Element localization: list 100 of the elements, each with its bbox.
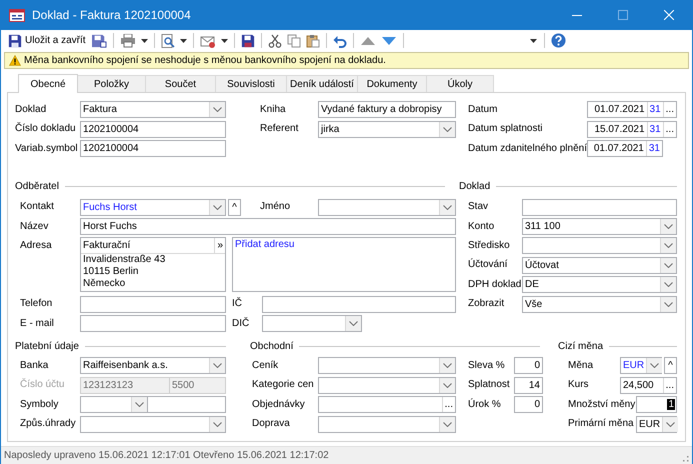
caret-down-icon xyxy=(180,38,187,42)
field-label: Sleva % xyxy=(468,360,506,372)
chevron-down-icon xyxy=(664,243,673,248)
save-close-button[interactable]: Uložit a zavřít xyxy=(7,31,87,50)
field-label: Kategorie cen xyxy=(252,379,315,392)
dropdown-field[interactable]: EUR xyxy=(636,416,677,433)
dropdown-field[interactable] xyxy=(318,416,456,433)
address-type: Fakturační xyxy=(82,240,132,252)
maximize-icon xyxy=(618,10,628,20)
field-label: Množství měny xyxy=(568,398,636,411)
field-label: Adresa xyxy=(20,240,53,252)
chevron-down-icon xyxy=(443,422,452,427)
input-field[interactable]: 0 xyxy=(514,396,543,414)
input-field[interactable]: Vydané faktury a dobropisy xyxy=(318,101,456,118)
save-as-icon xyxy=(90,34,107,48)
dropdown-field[interactable]: Fuchs Horst xyxy=(80,198,226,216)
lookup-field[interactable]: ... xyxy=(318,396,456,414)
tab[interactable]: Úkoly xyxy=(426,75,494,92)
field-label: Stav xyxy=(468,201,490,214)
calendar-button[interactable]: 31 xyxy=(646,141,662,156)
chevron-down-icon xyxy=(443,204,452,210)
address-field[interactable]: Fakturační » Invalidenstraße 43 10115 Berlin Německo xyxy=(80,237,226,292)
field-label: E - mail xyxy=(20,318,55,330)
tab[interactable]: Dokumenty xyxy=(357,75,427,92)
dropdown-field[interactable] xyxy=(262,315,362,332)
field-label: Kurs xyxy=(568,379,590,392)
expand-button[interactable]: » xyxy=(214,238,225,254)
dropdown-field[interactable] xyxy=(80,396,148,414)
lookup-field[interactable]: 24,500 ... xyxy=(620,376,677,394)
input-field[interactable] xyxy=(148,396,226,414)
input-field[interactable]: 1202100004 xyxy=(80,140,226,158)
tab[interactable]: Položky xyxy=(77,75,146,92)
tab[interactable]: Obecné xyxy=(18,74,78,93)
dropdown-field[interactable] xyxy=(318,198,456,216)
browse-button[interactable]: ... xyxy=(662,102,676,118)
preview-button[interactable] xyxy=(160,31,176,50)
dropdown-field[interactable] xyxy=(80,416,226,433)
input-field[interactable]: 0 xyxy=(514,357,543,374)
field-label: Středisko xyxy=(468,240,511,252)
input-field[interactable] xyxy=(522,198,677,216)
tab[interactable]: Souvislosti xyxy=(215,75,287,92)
save-icon xyxy=(240,34,255,48)
input-field[interactable] xyxy=(262,296,456,313)
help-button[interactable] xyxy=(550,31,567,50)
close-icon xyxy=(664,10,674,20)
dropdown-field[interactable]: Vše xyxy=(522,296,677,313)
help-icon xyxy=(550,33,566,48)
dropdown-field[interactable]: Raiffeisenbank a.s. xyxy=(80,357,226,374)
browse-button[interactable]: ... xyxy=(662,122,676,137)
dropdown-field[interactable] xyxy=(522,237,677,254)
field-label: Symboly xyxy=(20,398,60,411)
dropdown-field[interactable] xyxy=(318,357,456,374)
preview-icon xyxy=(160,34,175,48)
section-title: Platební údaje xyxy=(15,340,79,352)
date-field[interactable]: 01.07.2021 31 ... xyxy=(587,101,677,118)
field-label: Číslo dokladu xyxy=(15,123,77,136)
field-label: Konto xyxy=(468,220,496,233)
calendar-button[interactable]: 31 xyxy=(646,122,663,137)
dropdown-field[interactable]: jirka xyxy=(318,120,456,138)
input-field[interactable]: Horst Fuchs xyxy=(80,218,456,236)
mail-icon xyxy=(200,34,216,48)
section-title: Doklad xyxy=(459,181,490,192)
warning-message: Měna bankovního spojení se neshoduje s měnou bankovního spojení na dokladu. xyxy=(24,55,386,66)
input-field[interactable]: 1 xyxy=(636,396,677,414)
dropdown-field[interactable]: DE xyxy=(522,276,677,294)
field-label: Číslo účtu xyxy=(20,379,66,392)
dropdown-field[interactable] xyxy=(318,376,456,394)
date-field[interactable]: 15.07.2021 31 ... xyxy=(587,120,677,138)
calendar-button[interactable]: 31 xyxy=(646,102,663,118)
dropdown-field[interactable]: Účtovat xyxy=(522,256,677,274)
tab[interactable]: Součet xyxy=(145,75,216,92)
address-text: Invalidenstraße 43 10115 Berlin Německo xyxy=(82,254,166,290)
input-field[interactable]: 14 xyxy=(514,376,543,394)
printer-button[interactable] xyxy=(118,31,137,50)
field-label: Doklad xyxy=(15,104,48,116)
up-button[interactable]: ^ xyxy=(228,198,241,216)
date-field[interactable]: 01.07.2021 31 xyxy=(587,140,663,158)
field-label: Objednávky xyxy=(252,398,306,411)
field-label: Ceník xyxy=(252,360,280,372)
field-label: Úrok % xyxy=(468,398,502,411)
window-title: Doklad - Faktura 1202100004 xyxy=(32,8,192,22)
field-label: Primární měna xyxy=(568,418,635,430)
chevron-down-icon xyxy=(213,107,222,112)
tab[interactable]: Deník událostí xyxy=(286,75,358,92)
input-field[interactable]: 1202100004 xyxy=(80,120,226,138)
browse-button[interactable]: ... xyxy=(662,378,676,393)
browse-button[interactable]: ... xyxy=(442,397,455,412)
copy-icon xyxy=(286,34,301,48)
add-address-link[interactable]: Přidat adresu xyxy=(233,238,296,252)
up-button[interactable]: ^ xyxy=(664,357,677,374)
field-label: Datum splatnosti xyxy=(468,123,544,136)
input-field[interactable] xyxy=(80,296,226,313)
dropdown-field[interactable]: EUR xyxy=(620,357,662,374)
input-field[interactable] xyxy=(80,315,226,332)
dropdown-field[interactable]: Faktura xyxy=(80,101,226,118)
chevron-down-icon xyxy=(349,321,358,326)
chevron-down-icon xyxy=(443,363,452,368)
field-label: Telefon xyxy=(20,298,54,310)
dropdown-field[interactable]: 311 100 xyxy=(522,218,677,236)
field-label: Banka xyxy=(20,360,50,372)
